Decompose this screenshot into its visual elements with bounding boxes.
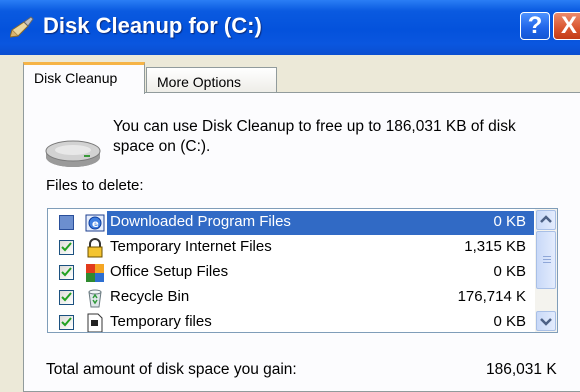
file-name: Downloaded Program Files	[110, 213, 291, 230]
scroll-up-button[interactable]	[536, 210, 556, 230]
files-list[interactable]: e Downloaded Program Files 0 KB Temporar…	[47, 208, 558, 333]
checkbox-recycle-bin[interactable]	[59, 290, 74, 305]
vertical-scrollbar[interactable]	[535, 209, 557, 332]
list-item-temporary-internet-files[interactable]: Temporary Internet Files 1,315 KB	[48, 236, 534, 260]
file-size: 0 KB	[493, 263, 526, 280]
file-icon	[87, 313, 103, 332]
total-space-label: Total amount of disk space you gain:	[46, 361, 297, 378]
file-size: 0 KB	[493, 213, 526, 230]
chevron-up-icon	[540, 215, 552, 223]
thumb-grip	[543, 262, 551, 263]
file-name: Temporary Internet Files	[110, 238, 272, 255]
tab-panel: You can use Disk Cleanup to free up to 1…	[23, 92, 580, 392]
checkmark-icon	[61, 267, 72, 277]
list-item-recycle-bin[interactable]: Recycle Bin 176,714 K	[48, 286, 534, 310]
thumb-grip	[543, 259, 551, 260]
tab-more-options[interactable]: More Options	[146, 67, 277, 95]
file-size: 1,315 KB	[464, 238, 526, 255]
tab-disk-cleanup[interactable]: Disk Cleanup	[23, 62, 145, 94]
lock-icon	[87, 238, 103, 258]
office-icon	[86, 264, 104, 282]
checkmark-icon	[61, 242, 72, 252]
checkbox-temporary-files[interactable]	[59, 315, 74, 330]
intro-text: You can use Disk Cleanup to free up to 1…	[113, 118, 516, 155]
list-item-office-setup-files[interactable]: Office Setup Files 0 KB	[48, 261, 534, 285]
ie-globe-icon: e	[85, 214, 105, 232]
checkbox-office-setup-files[interactable]	[59, 265, 74, 280]
hard-drive-icon	[45, 140, 101, 167]
list-item-downloaded-program-files[interactable]: e Downloaded Program Files 0 KB	[48, 211, 534, 235]
file-name: Recycle Bin	[110, 288, 190, 305]
file-size: 0 KB	[493, 313, 526, 330]
thumb-grip	[543, 256, 551, 257]
checkbox-temporary-internet-files[interactable]	[59, 240, 74, 255]
title-bar[interactable]: Disk Cleanup for (C:) ? X	[0, 0, 580, 55]
file-name: Temporary files	[110, 313, 212, 330]
svg-text:e: e	[92, 219, 99, 230]
checkbox-downloaded-program-files[interactable]	[59, 215, 74, 230]
chevron-down-icon	[540, 318, 552, 326]
scroll-thumb[interactable]	[536, 231, 556, 289]
recycle-bin-icon	[88, 289, 102, 308]
file-size: 176,714 K	[457, 288, 526, 305]
checkmark-icon	[61, 317, 72, 327]
total-space-value: 186,031 K	[486, 361, 557, 378]
help-button[interactable]: ?	[520, 12, 550, 40]
list-item-temporary-files[interactable]: Temporary files 0 KB	[48, 311, 534, 332]
checkmark-icon	[61, 292, 72, 302]
broom-icon	[10, 16, 34, 38]
scroll-down-button[interactable]	[536, 311, 556, 331]
close-button[interactable]: X	[553, 12, 580, 40]
file-name: Office Setup Files	[110, 263, 229, 280]
files-to-delete-label: Files to delete:	[46, 177, 144, 194]
window-title: Disk Cleanup for (C:)	[43, 13, 262, 38]
